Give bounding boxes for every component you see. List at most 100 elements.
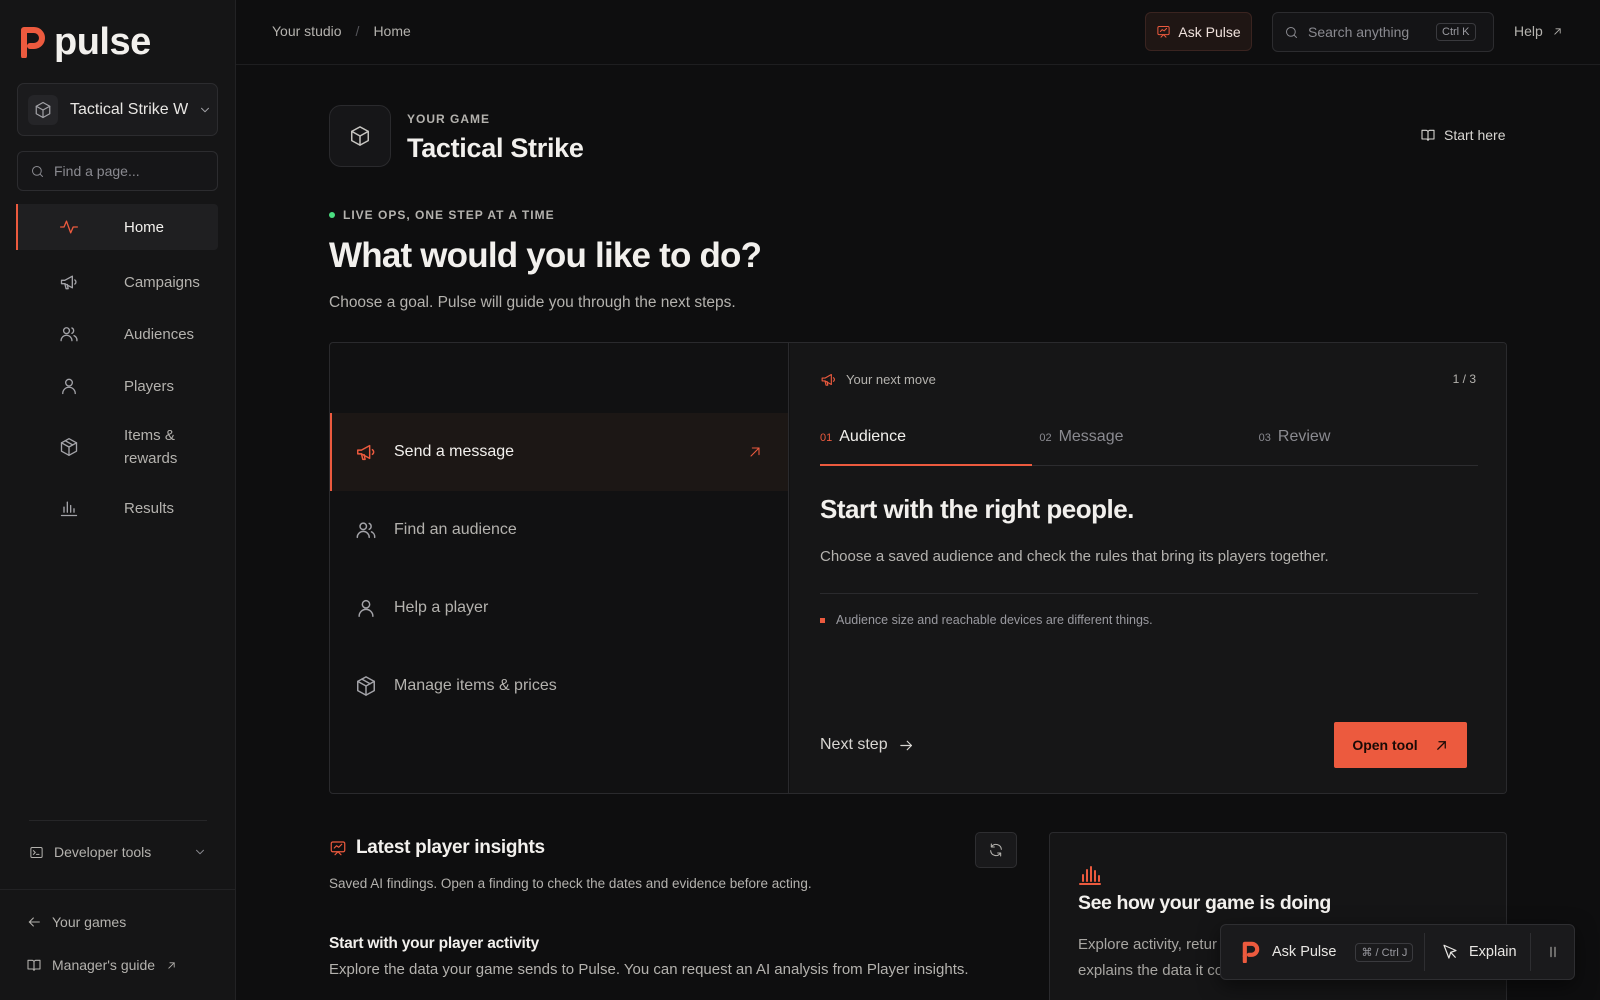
- cursor-pointer-icon: [1441, 943, 1459, 961]
- explain-label: Explain: [1469, 944, 1517, 960]
- ask-shortcut-badge: ⌘ / Ctrl J: [1355, 942, 1414, 962]
- game-badge: [329, 105, 391, 167]
- goal-list: Send a message Find an audience Help a p…: [330, 343, 789, 793]
- arrow-left-icon: [26, 914, 42, 930]
- step-tab-audience[interactable]: 01 Audience: [820, 428, 1039, 466]
- goal-help-player[interactable]: Help a player: [330, 569, 788, 647]
- tagline: LIVE OPS, ONE STEP AT A TIME: [329, 208, 555, 222]
- breadcrumb-separator: /: [355, 23, 360, 39]
- ai-presentation-icon: [1156, 24, 1171, 39]
- open-tool-button[interactable]: Open tool: [1334, 722, 1467, 768]
- next-move-title: Start with the right people.: [820, 494, 1134, 524]
- goal-label: Find an audience: [394, 521, 517, 538]
- managers-guide-link[interactable]: Manager's guide: [26, 957, 178, 973]
- insights-header: Latest player insights: [329, 837, 545, 859]
- breadcrumb-studio[interactable]: Your studio: [272, 23, 342, 39]
- users-icon: [59, 324, 79, 344]
- ask-pulse-label: Ask Pulse: [1178, 23, 1241, 40]
- external-link-icon: [165, 959, 178, 972]
- note-text: Audience size and reachable devices are …: [836, 613, 1153, 627]
- step-tabs: 01 Audience 02 Message 03 Review: [820, 428, 1478, 466]
- step-label: Message: [1058, 428, 1124, 445]
- insights-title: Latest player insights: [356, 837, 545, 858]
- goal-send-message[interactable]: Send a message: [330, 413, 788, 491]
- bar-chart-icon: [59, 498, 79, 518]
- breadcrumb-home: Home: [373, 23, 411, 39]
- pulse-logo[interactable]: pulse: [20, 22, 151, 62]
- book-icon: [26, 957, 42, 973]
- note-bullet: [820, 617, 825, 623]
- divider: [820, 593, 1478, 594]
- megaphone-icon: [59, 272, 79, 292]
- goal-label: Help a player: [394, 599, 489, 616]
- user-icon: [59, 376, 79, 396]
- game-eyebrow: YOUR GAME: [407, 112, 491, 126]
- managers-guide-label: Manager's guide: [52, 957, 156, 973]
- game-selector[interactable]: Tactical Strike W: [17, 83, 218, 136]
- arrow-right-icon: [898, 737, 915, 754]
- pulse-logo-icon: [21, 27, 45, 58]
- sidebar-item-players[interactable]: Players: [16, 360, 218, 412]
- bar-chart-icon: [1078, 863, 1102, 887]
- terminal-icon: [29, 845, 44, 860]
- next-step-button[interactable]: Next step: [820, 736, 915, 754]
- refresh-insights-button[interactable]: [975, 832, 1017, 868]
- game-card-title: See how your game is doing: [1078, 892, 1331, 914]
- goal-panel: Send a message Find an audience Help a p…: [329, 342, 1507, 794]
- next-move-note: Audience size and reachable devices are …: [820, 613, 1153, 627]
- cube-icon: [28, 94, 58, 125]
- page-search-input[interactable]: [54, 163, 204, 179]
- refresh-icon: [988, 842, 1004, 858]
- chevron-down-icon: [198, 103, 212, 117]
- hero-title: What would you like to do?: [329, 236, 762, 275]
- goal-find-audience[interactable]: Find an audience: [330, 491, 788, 569]
- brand-name: pulse: [54, 21, 151, 63]
- next-move-label: Your next move: [846, 372, 936, 387]
- users-icon: [355, 519, 377, 541]
- ai-presentation-icon: [329, 839, 347, 857]
- help-link[interactable]: Help: [1514, 23, 1564, 39]
- start-here-link[interactable]: Start here: [1420, 127, 1505, 143]
- search-icon: [30, 164, 45, 179]
- sidebar-item-results[interactable]: Results: [16, 482, 218, 534]
- activity-icon: [59, 217, 79, 237]
- ask-pulse-button[interactable]: Ask Pulse: [1145, 12, 1252, 51]
- sidebar-item-label: Audiences: [124, 325, 195, 343]
- goal-label: Send a message: [394, 443, 515, 460]
- next-move-pane: Your next move 1 / 3 01 Audience 02 Mess…: [790, 343, 1506, 793]
- insights-section-title: Start with your player activity: [329, 935, 540, 952]
- goal-manage-items[interactable]: Manage items & prices: [330, 647, 788, 725]
- sidebar-divider: [29, 820, 207, 821]
- sidebar-item-label: Campaigns: [124, 273, 200, 291]
- topbar: Your studio / Home Ask Pulse Ctrl K Help: [236, 0, 1600, 65]
- live-dot: [329, 212, 335, 218]
- floating-ask-pulse-button[interactable]: Ask Pulse ⌘ / Ctrl J: [1221, 925, 1424, 979]
- global-search-input[interactable]: [1308, 24, 1436, 40]
- sidebar-item-items-rewards[interactable]: Items & rewards: [16, 412, 218, 482]
- explain-button[interactable]: Explain: [1425, 943, 1530, 961]
- global-search[interactable]: Ctrl K: [1272, 12, 1494, 52]
- hero-subtitle: Choose a goal. Pulse will guide you thro…: [329, 294, 736, 311]
- search-shortcut-badge: Ctrl K: [1436, 23, 1476, 41]
- package-icon: [59, 437, 79, 457]
- insights-section-text: Explore the data your game sends to Puls…: [329, 961, 969, 978]
- sidebar-item-label: Items & rewards: [124, 427, 178, 467]
- step-tab-message[interactable]: 02 Message: [1039, 428, 1258, 465]
- pause-button[interactable]: [1531, 944, 1574, 960]
- step-tab-review[interactable]: 03 Review: [1259, 428, 1478, 465]
- pulse-logo-icon: [1242, 941, 1260, 963]
- developer-tools-toggle[interactable]: Developer tools: [29, 844, 207, 860]
- step-number: 02: [1039, 432, 1052, 444]
- step-number: 03: [1258, 432, 1271, 444]
- page-search[interactable]: [17, 151, 218, 191]
- sidebar-item-home[interactable]: Home: [16, 204, 218, 250]
- game-selector-label: Tactical Strike W: [70, 100, 188, 118]
- user-icon: [355, 597, 377, 619]
- next-step-label: Next step: [820, 736, 888, 753]
- sidebar-item-audiences[interactable]: Audiences: [16, 308, 218, 360]
- sidebar-item-campaigns[interactable]: Campaigns: [16, 256, 218, 308]
- developer-tools-label: Developer tools: [54, 844, 152, 860]
- next-move-description: Choose a saved audience and check the ru…: [820, 548, 1329, 565]
- next-move-header: Your next move: [820, 371, 936, 388]
- your-games-link[interactable]: Your games: [26, 914, 126, 930]
